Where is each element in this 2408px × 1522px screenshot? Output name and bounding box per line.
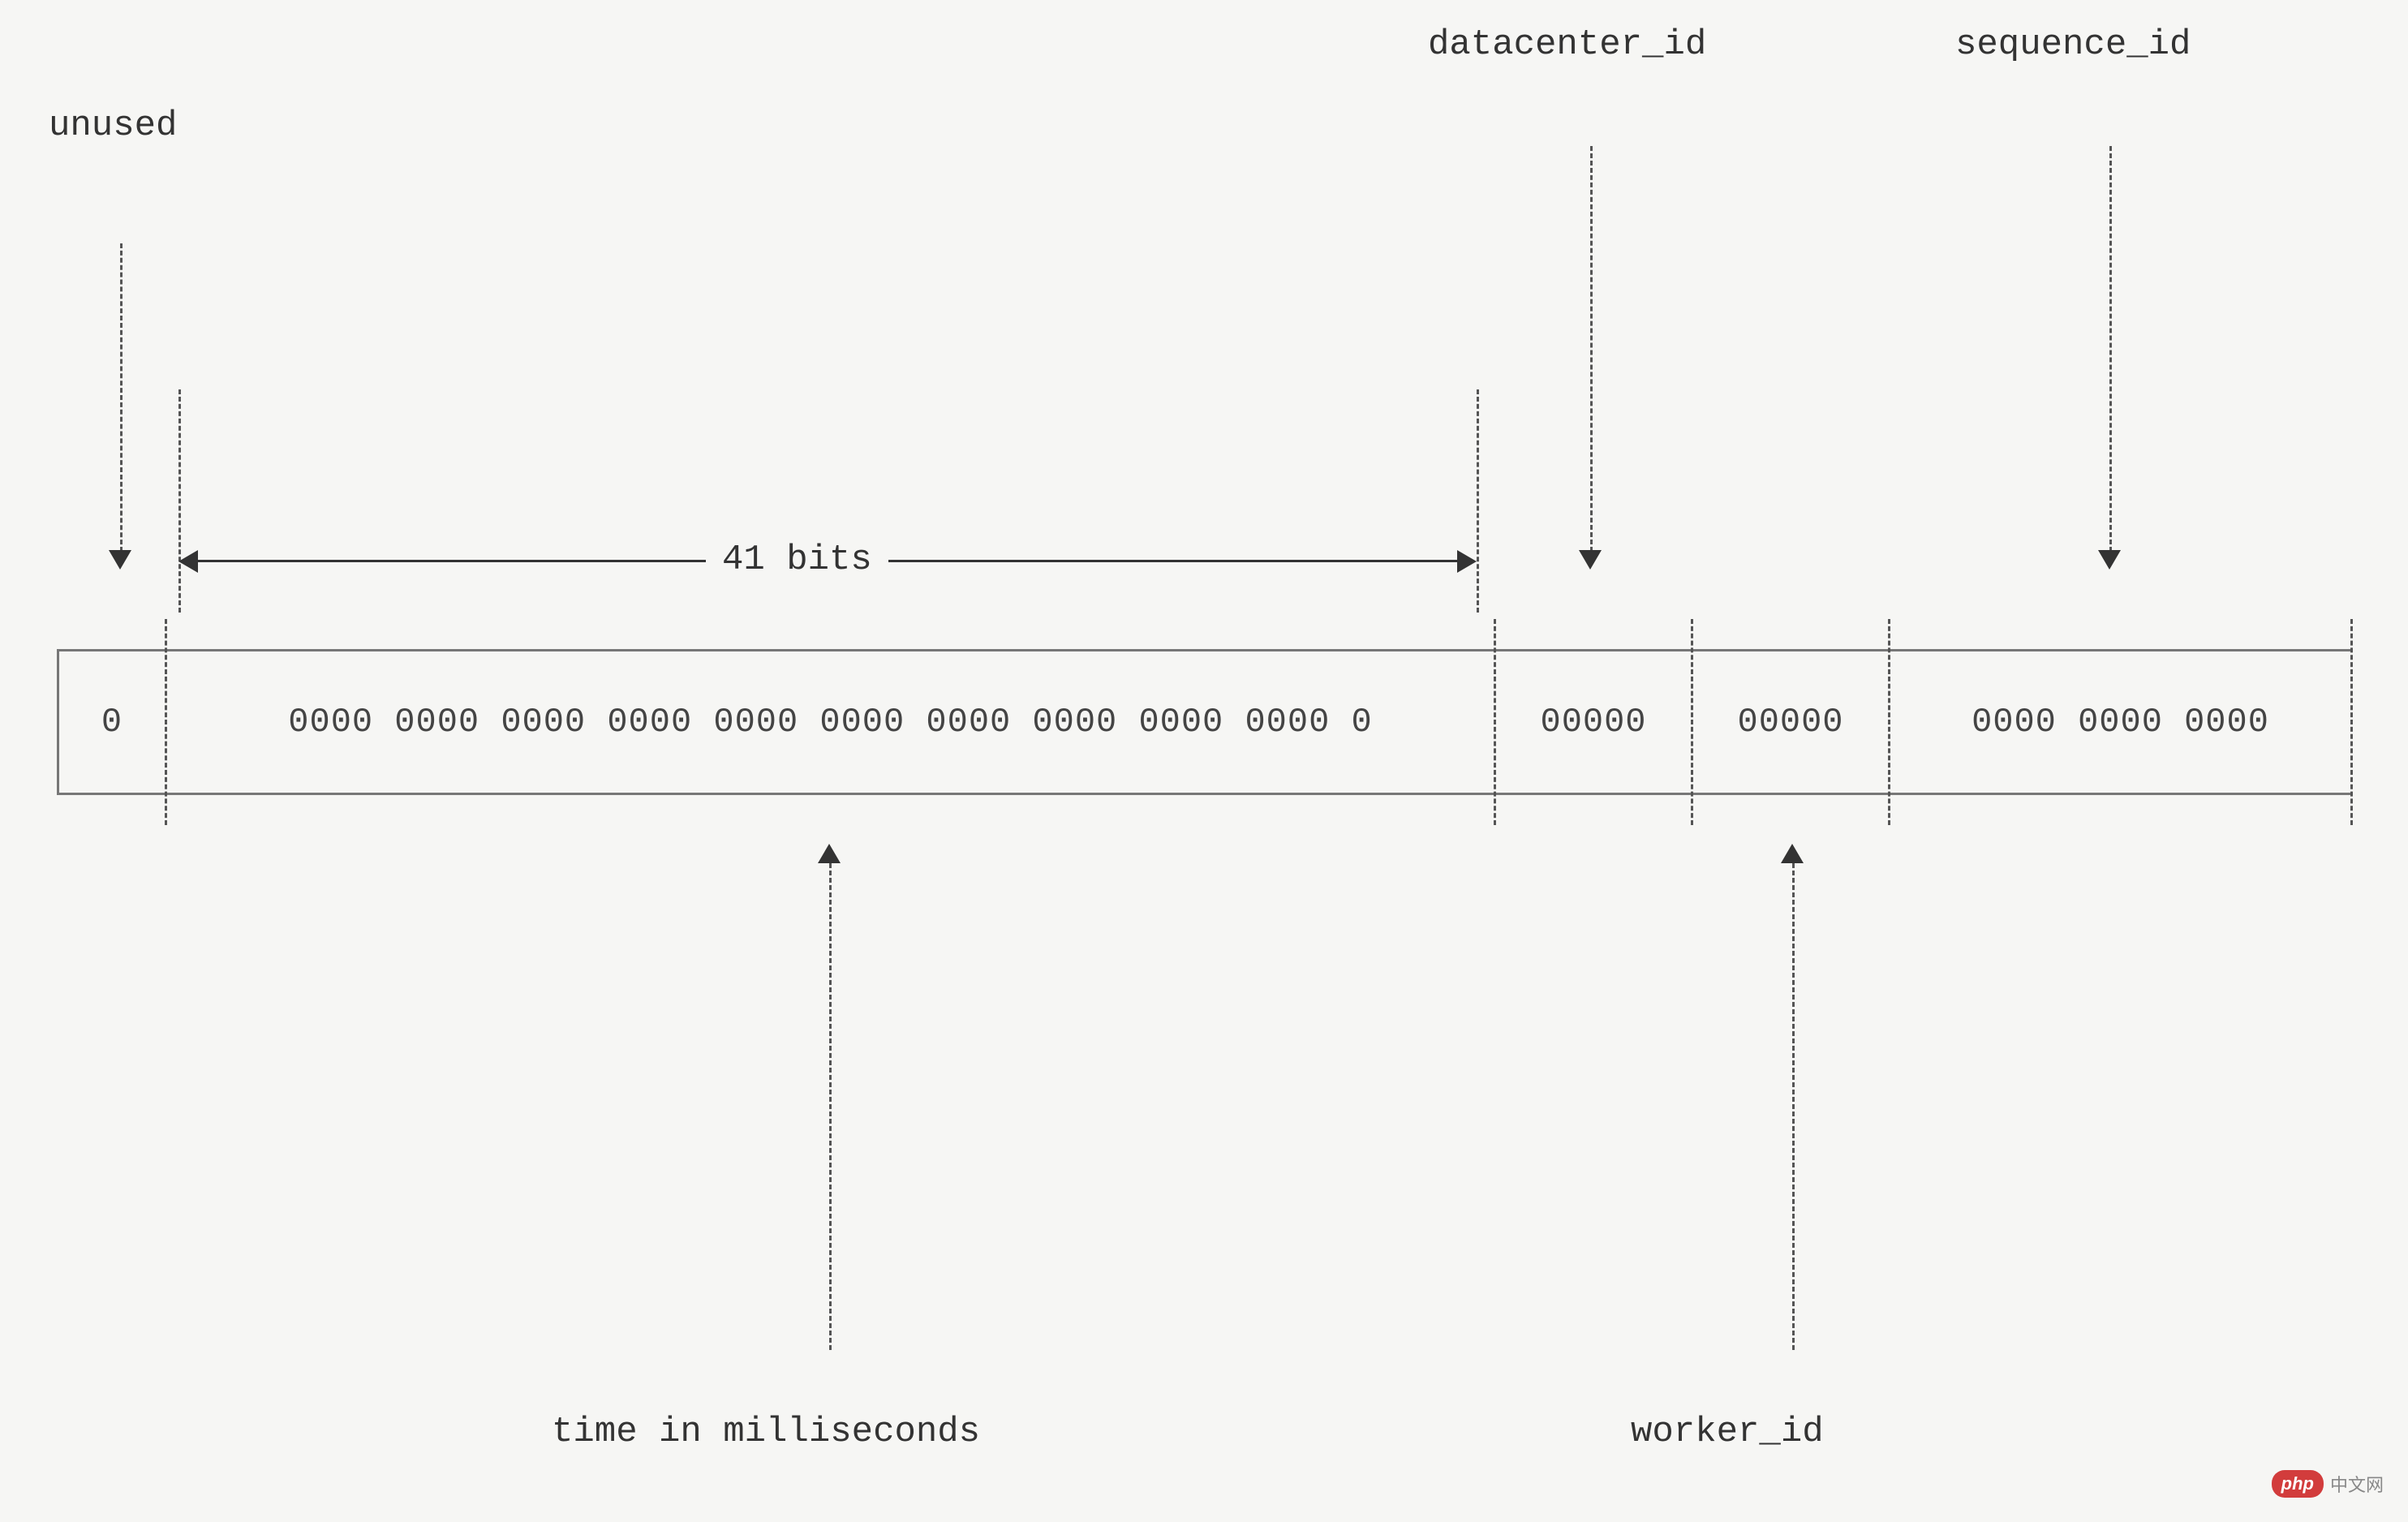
sequence-arrow-down-icon <box>2098 550 2121 570</box>
unused-label: unused <box>49 105 177 146</box>
time-ms-label: time in milliseconds <box>552 1412 980 1452</box>
sequence-bit-cell: 0000 0000 0000 <box>1890 651 2350 793</box>
sequence-id-label: sequence_id <box>1955 24 2191 65</box>
watermark-badge: php <box>2272 1470 2324 1498</box>
timestamp-bit-cell: 0000 0000 0000 0000 0000 0000 0000 0000 … <box>167 651 1494 793</box>
timestamp-right-tick <box>1477 389 1479 613</box>
timestamp-pointer-line <box>829 863 832 1350</box>
separator-dashed <box>165 651 167 793</box>
unused-arrow-down-icon <box>109 550 131 570</box>
separator-dashed <box>1888 651 1890 793</box>
watermark-text: 中文网 <box>2330 1471 2384 1497</box>
separator-dashed <box>1691 651 1693 793</box>
timestamp-arrow-left-icon <box>178 550 198 573</box>
worker-bit-cell: 00000 <box>1693 651 1888 793</box>
bit-layout-container: 0 0000 0000 0000 0000 0000 0000 0000 000… <box>57 649 2353 795</box>
datacenter-arrow-down-icon <box>1579 550 1602 570</box>
sequence-pointer-line <box>2109 146 2112 552</box>
timestamp-left-tick <box>178 389 181 613</box>
bits-41-label: 41 bits <box>706 540 888 580</box>
timestamp-arrow-right-icon <box>1457 550 1477 573</box>
worker-pointer-line <box>1792 863 1795 1350</box>
datacenter-id-label: datacenter_id <box>1428 24 1706 65</box>
worker-id-label: worker_id <box>1631 1412 1824 1452</box>
separator-dashed <box>1494 651 1496 793</box>
separator-dashed <box>2350 651 2353 793</box>
unused-pointer-line <box>120 243 123 552</box>
watermark: php 中文网 <box>2272 1470 2384 1498</box>
worker-arrow-up-icon <box>1781 844 1804 863</box>
datacenter-pointer-line <box>1590 146 1593 552</box>
datacenter-bit-cell: 00000 <box>1496 651 1691 793</box>
timestamp-arrow-up-icon <box>818 844 841 863</box>
unused-bit-cell: 0 <box>59 651 165 793</box>
